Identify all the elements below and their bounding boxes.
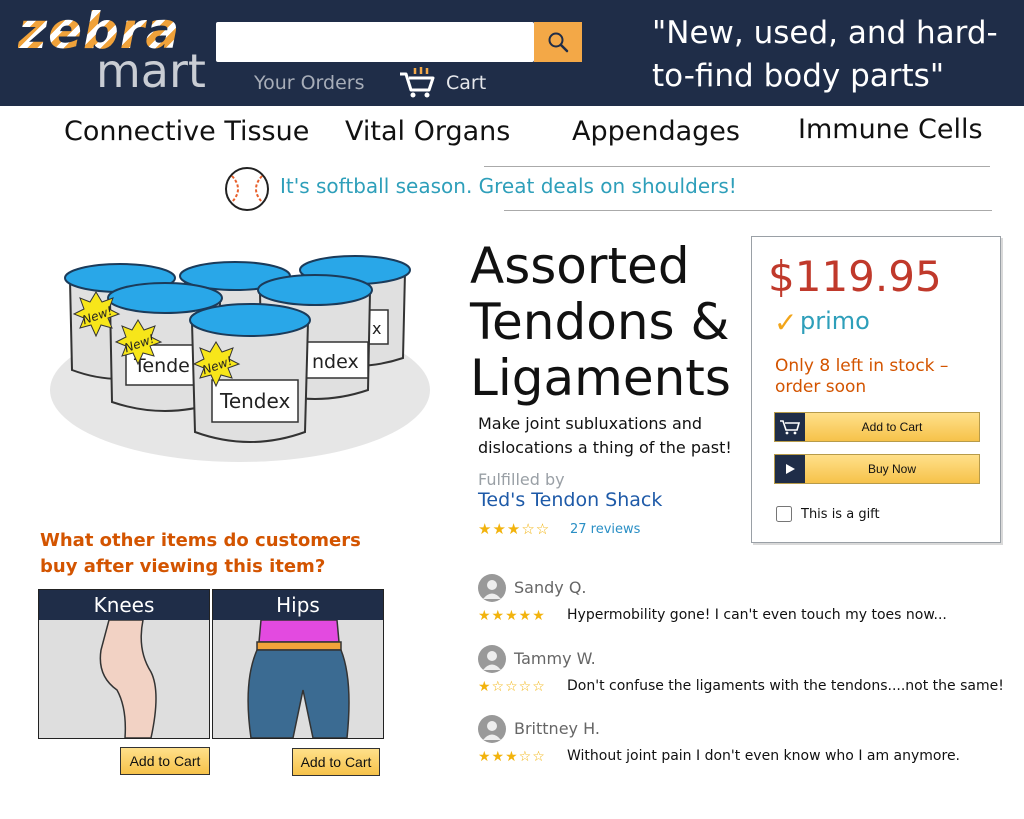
stock-status: Only 8 left in stock – order soon bbox=[775, 356, 949, 397]
review-stars: ★☆☆☆☆ bbox=[478, 679, 546, 695]
review-text: Hypermobility gone! I can't even touch m… bbox=[567, 607, 947, 623]
gift-label[interactable]: This is a gift bbox=[801, 507, 880, 522]
price: $119.95 bbox=[768, 252, 942, 301]
gift-checkbox[interactable] bbox=[776, 506, 792, 522]
recommendation-card-hips[interactable]: Hips bbox=[212, 589, 384, 739]
promo-divider-top bbox=[484, 166, 990, 167]
play-icon bbox=[775, 455, 805, 483]
reviews-count-link[interactable]: 27 reviews bbox=[570, 522, 640, 537]
cart-label: Cart bbox=[446, 72, 487, 94]
also-viewed-heading: What other items do customers buy after … bbox=[40, 530, 361, 577]
search-input[interactable] bbox=[216, 22, 534, 62]
primo-check-icon: ✓ bbox=[774, 306, 798, 339]
nav-connective-tissue[interactable]: Connective Tissue bbox=[64, 116, 309, 147]
product-title-line: Ligaments bbox=[470, 349, 731, 407]
cart-link[interactable]: Cart bbox=[398, 66, 486, 100]
primo-badge: primo bbox=[800, 307, 870, 335]
promo-text[interactable]: It's softball season. Great deals on sho… bbox=[280, 174, 737, 198]
svg-text:x: x bbox=[372, 319, 381, 338]
product-rating-stars[interactable]: ★★★☆☆ bbox=[478, 520, 550, 538]
nav-immune-cells[interactable]: Immune Cells bbox=[798, 114, 983, 145]
knee-image bbox=[99, 620, 157, 738]
add-to-cart-knees-button[interactable]: Add to Cart bbox=[120, 747, 210, 775]
search-icon bbox=[548, 32, 569, 53]
promo-banner[interactable]: It's softball season. Great deals on sho… bbox=[224, 166, 992, 212]
buy-now-button[interactable]: Buy Now bbox=[774, 454, 980, 484]
review-text: Without joint pain I don't even know who… bbox=[567, 748, 961, 764]
svg-text:Tende: Tende bbox=[133, 355, 190, 377]
site-tagline: "New, used, and hard-to-find body parts" bbox=[652, 15, 998, 94]
hips-image bbox=[247, 620, 350, 738]
nav-appendages[interactable]: Appendages bbox=[572, 116, 740, 147]
add-to-cart-button[interactable]: Add to Cart bbox=[774, 412, 980, 442]
review-item: Sandy Q. ★★★★★ Hypermobility gone! I can… bbox=[478, 574, 1008, 634]
recommendation-card-knees[interactable]: Knees bbox=[38, 589, 210, 739]
your-orders-link[interactable]: Your Orders bbox=[254, 72, 365, 94]
recommendation-title: Hips bbox=[213, 590, 383, 620]
svg-text:ndex: ndex bbox=[312, 351, 359, 373]
cart-icon bbox=[400, 67, 435, 98]
fulfilled-by-label: Fulfilled by bbox=[478, 470, 565, 489]
product-title: Assorted Tendons & Ligaments bbox=[470, 238, 731, 406]
cart-icon bbox=[775, 413, 805, 441]
recommendation-title: Knees bbox=[39, 590, 209, 620]
softball-icon bbox=[225, 167, 269, 211]
review-stars: ★★★★★ bbox=[478, 608, 546, 624]
seller-link[interactable]: Ted's Tendon Shack bbox=[478, 489, 662, 511]
product-title-line: Tendons & bbox=[470, 293, 730, 351]
reviewer-name: Brittney H. bbox=[514, 719, 600, 738]
search-button[interactable] bbox=[534, 22, 582, 62]
add-to-cart-hips-button[interactable]: Add to Cart bbox=[292, 748, 380, 776]
reviewer-name: Sandy Q. bbox=[514, 578, 587, 597]
user-avatar-icon bbox=[478, 715, 506, 743]
review-stars: ★★★☆☆ bbox=[478, 749, 546, 765]
nav-vital-organs[interactable]: Vital Organs bbox=[345, 116, 510, 147]
review-item: Brittney H. ★★★☆☆ Without joint pain I d… bbox=[478, 715, 1008, 775]
product-image: x Tende ndex Tendex New! New! New! bbox=[50, 255, 430, 462]
site-logo-subtext[interactable]: mart bbox=[96, 44, 206, 98]
add-to-cart-label: Add to Cart bbox=[861, 420, 923, 434]
product-description: Make joint subluxations and dislocations… bbox=[478, 414, 732, 457]
user-avatar-icon bbox=[478, 574, 506, 602]
promo-divider-bottom bbox=[504, 210, 992, 211]
svg-text:Tendex: Tendex bbox=[219, 389, 290, 413]
review-item: Tammy W. ★☆☆☆☆ Don't confuse the ligamen… bbox=[478, 645, 1008, 705]
user-avatar-icon bbox=[478, 645, 506, 673]
review-text: Don't confuse the ligaments with the ten… bbox=[567, 678, 1004, 694]
buy-now-label: Buy Now bbox=[867, 462, 917, 476]
product-title-line: Assorted bbox=[470, 237, 690, 295]
reviewer-name: Tammy W. bbox=[514, 649, 596, 668]
